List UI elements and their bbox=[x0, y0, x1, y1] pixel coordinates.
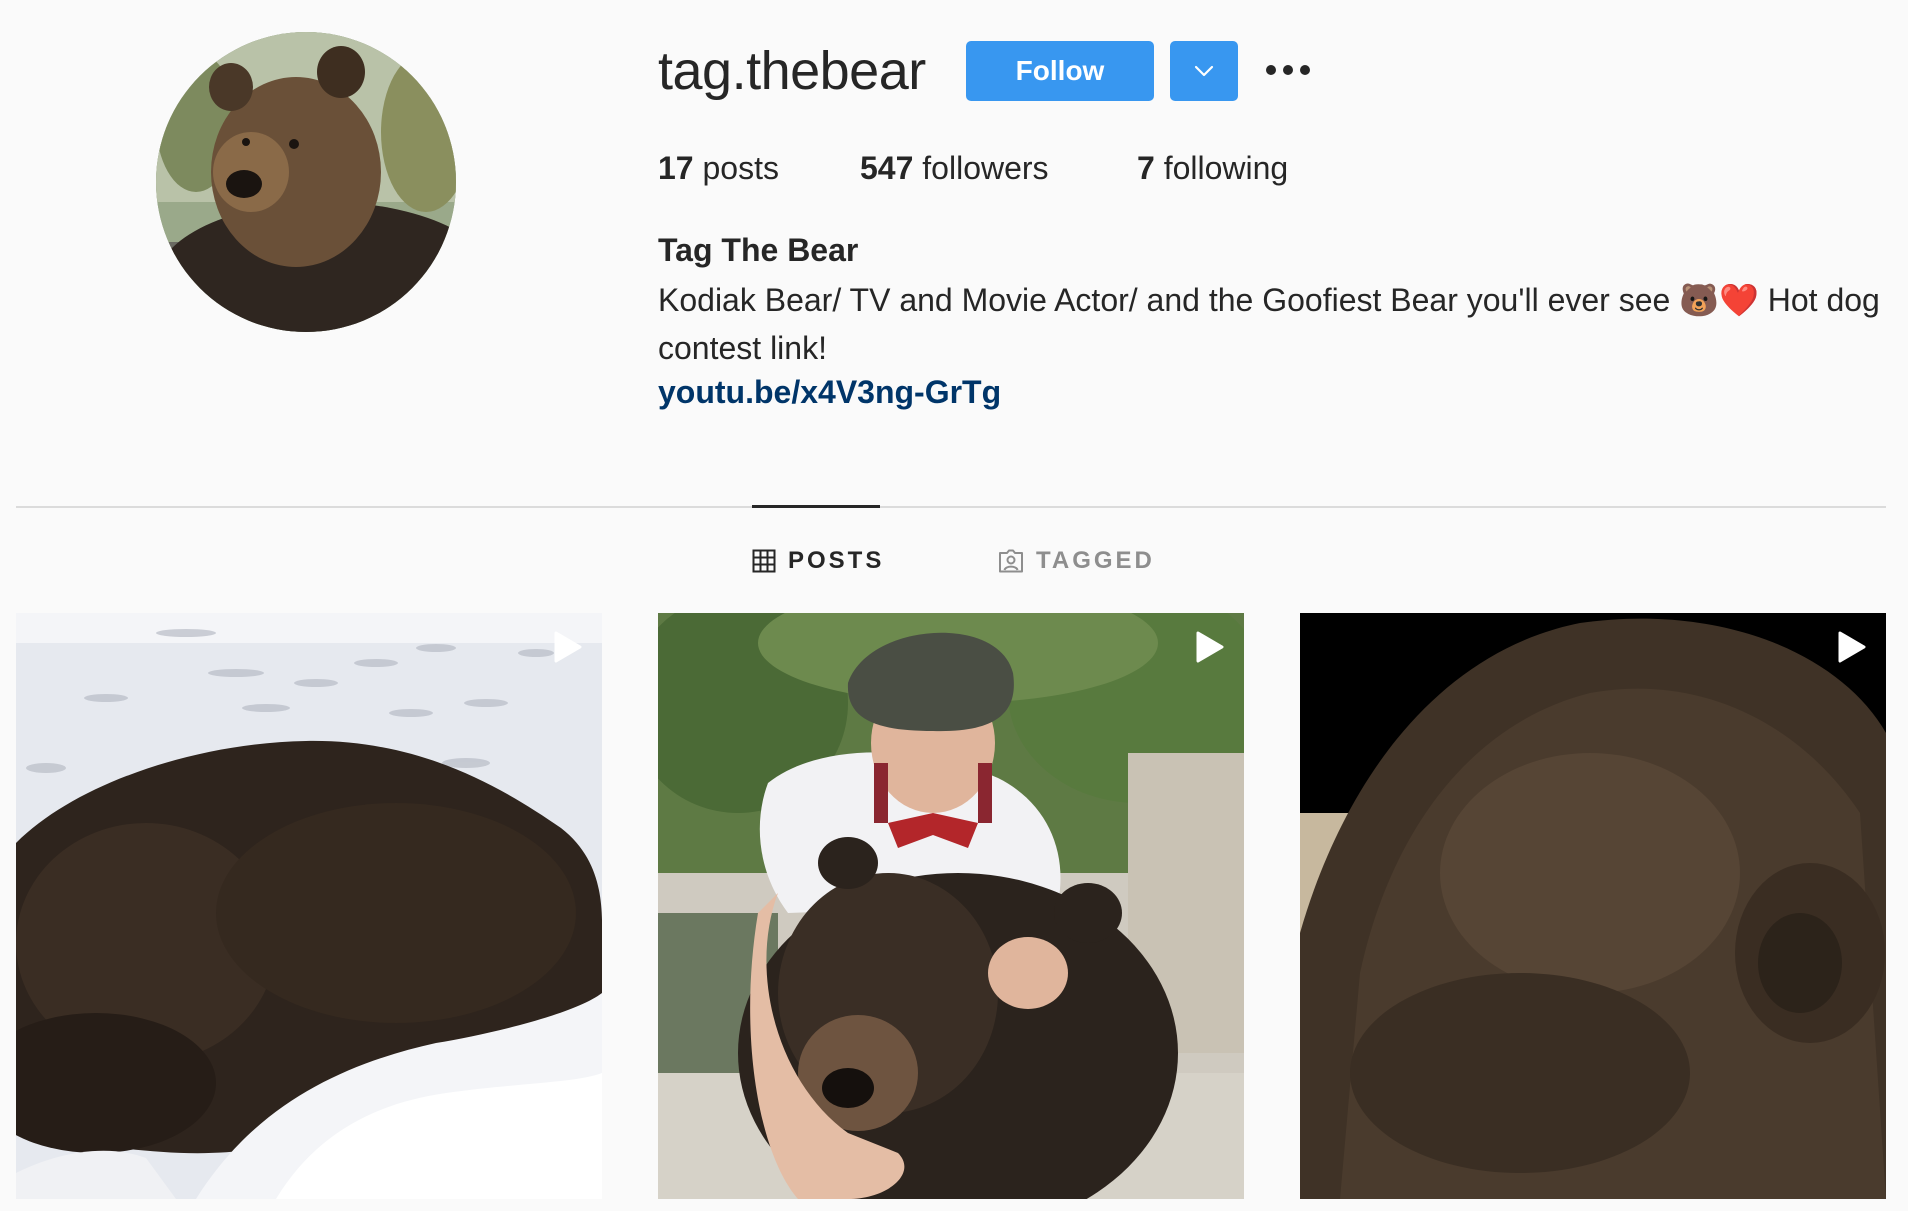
chevron-down-icon bbox=[1194, 65, 1214, 77]
following-count: 7 bbox=[1137, 150, 1155, 186]
following-link[interactable]: 7 following bbox=[1137, 150, 1288, 187]
profile-username: tag.thebear bbox=[658, 41, 926, 101]
profile-full-name: Tag The Bear bbox=[658, 232, 859, 268]
play-icon bbox=[1838, 631, 1866, 663]
active-tab-indicator bbox=[752, 505, 880, 508]
bear-avatar-image bbox=[156, 32, 456, 332]
tab-tagged[interactable]: TAGGED bbox=[998, 544, 1155, 578]
following-label: following bbox=[1163, 150, 1289, 186]
tab-posts-label: POSTS bbox=[788, 547, 885, 574]
tagged-icon bbox=[999, 549, 1023, 573]
followers-count: 547 bbox=[860, 150, 914, 186]
post-image-man-hugging-bear bbox=[658, 613, 1244, 1199]
posts-count-stat: 17 posts bbox=[658, 150, 779, 187]
profile-website-link[interactable]: youtu.be/x4V3ng-GrTg bbox=[658, 374, 1001, 411]
tab-tagged-label: TAGGED bbox=[1036, 547, 1155, 574]
followers-label: followers bbox=[922, 150, 1049, 186]
ellipsis-icon bbox=[1266, 65, 1310, 75]
profile-avatar[interactable] bbox=[156, 32, 456, 332]
tabs-divider bbox=[16, 506, 1886, 508]
posts-count-label: posts bbox=[702, 150, 779, 186]
grid-icon bbox=[752, 549, 776, 573]
post-thumbnail[interactable] bbox=[16, 613, 602, 1199]
post-image-bear-in-snow bbox=[16, 613, 602, 1199]
followers-link[interactable]: 547 followers bbox=[860, 150, 1049, 187]
tab-posts[interactable]: POSTS bbox=[752, 544, 884, 578]
post-thumbnail[interactable] bbox=[1300, 613, 1886, 1199]
post-image-bear-close-up bbox=[1300, 613, 1886, 1199]
post-thumbnail[interactable] bbox=[658, 613, 1244, 1199]
play-icon bbox=[1196, 631, 1224, 663]
follow-button[interactable]: Follow bbox=[966, 41, 1154, 101]
play-icon bbox=[554, 631, 582, 663]
suggested-accounts-dropdown-button[interactable] bbox=[1170, 41, 1238, 101]
posts-count: 17 bbox=[658, 150, 694, 186]
profile-bio: Kodiak Bear/ TV and Movie Actor/ and the… bbox=[658, 282, 1880, 366]
profile-page: tag.thebear Follow 17 posts 547 follower… bbox=[0, 0, 1908, 1211]
more-options-button[interactable] bbox=[1260, 50, 1316, 90]
